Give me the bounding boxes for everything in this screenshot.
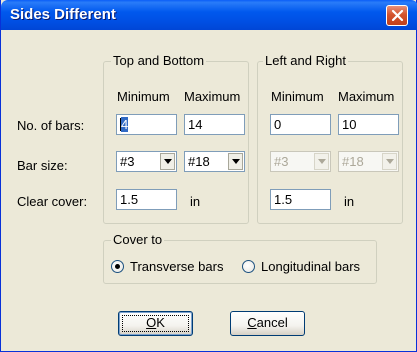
transverse-bars-label[interactable]: Transverse bars <box>130 259 223 274</box>
clear-cover-label: Clear cover: <box>17 194 88 209</box>
left-right-cover-input[interactable]: 1.5 <box>270 189 331 210</box>
longitudinal-bars-radio[interactable] <box>242 260 255 273</box>
top-bottom-size-max-select[interactable]: #18 <box>184 151 245 172</box>
top-bottom-bars-min-input[interactable]: 4 <box>116 114 177 135</box>
no-of-bars-label: No. of bars: <box>17 118 85 133</box>
top-bottom-size-min-select[interactable]: #3 <box>116 151 177 172</box>
left-right-size-max-select: #18 <box>338 151 399 172</box>
ok-button[interactable]: OK <box>118 311 193 336</box>
chevron-down-icon[interactable] <box>228 153 243 170</box>
top-bottom-bars-max-input[interactable]: 14 <box>184 114 245 135</box>
cover-to-legend: Cover to <box>111 232 165 247</box>
close-button[interactable] <box>386 5 408 26</box>
top-bottom-min-header: Minimum <box>117 89 170 104</box>
left-right-size-min-select: #3 <box>270 151 331 172</box>
bar-size-label: Bar size: <box>17 158 68 173</box>
window-title: Sides Different <box>10 6 116 23</box>
chevron-down-icon <box>314 153 329 170</box>
chevron-down-icon[interactable] <box>160 153 175 170</box>
left-right-legend: Left and Right <box>263 53 348 68</box>
left-right-bars-min-input[interactable]: 0 <box>270 114 331 135</box>
left-right-min-header: Minimum <box>271 89 324 104</box>
top-bottom-max-header: Maximum <box>184 89 241 104</box>
left-right-bars-max-input[interactable]: 10 <box>338 114 399 135</box>
chevron-down-icon <box>382 153 397 170</box>
left-right-max-header: Maximum <box>338 89 395 104</box>
top-bottom-cover-unit: in <box>190 194 201 209</box>
top-bottom-cover-input[interactable]: 1.5 <box>116 189 177 210</box>
transverse-bars-radio[interactable] <box>111 260 124 273</box>
cancel-button[interactable]: Cancel <box>230 311 305 336</box>
top-bottom-legend: Top and Bottom <box>111 53 207 68</box>
left-right-cover-unit: in <box>344 194 355 209</box>
longitudinal-bars-label[interactable]: Longitudinal bars <box>261 259 360 274</box>
dialog-window: Sides Different No. of bars: Bar size: C… <box>0 0 417 352</box>
title-bar[interactable]: Sides Different <box>1 0 417 30</box>
